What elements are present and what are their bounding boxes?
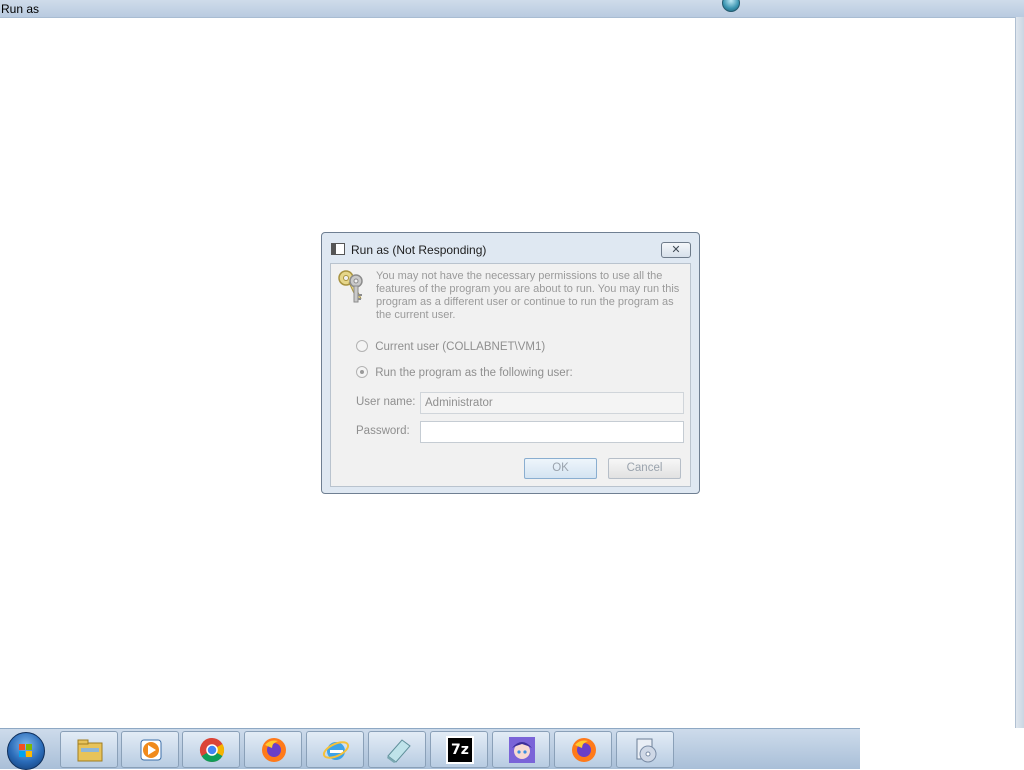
taskbar-blank-area [860, 728, 1024, 768]
username-field[interactable]: Administrator [420, 392, 684, 414]
media-player-icon [140, 739, 162, 761]
orb-icon [722, 0, 740, 12]
notepad-icon [387, 739, 411, 763]
run-as-user-option[interactable]: Run the program as the following user: [356, 366, 573, 379]
permission-message: You may not have the necessary permissio… [376, 270, 680, 321]
password-field[interactable] [420, 421, 684, 443]
taskbar-item-7zip[interactable]: 7z [430, 731, 488, 768]
taskbar-item-chrome[interactable] [182, 731, 240, 768]
taskbar-item-firefox[interactable] [244, 731, 302, 768]
keys-icon [338, 270, 363, 303]
dialog-title: Run as (Not Responding) [351, 243, 487, 257]
close-button[interactable]: ✕ [661, 242, 691, 258]
app-window-icon [331, 243, 345, 255]
start-button[interactable] [7, 732, 45, 770]
password-label: Password: [356, 425, 410, 437]
taskbar-item-internet-explorer[interactable] [306, 731, 364, 768]
anime-avatar-icon [509, 737, 535, 763]
close-icon: ✕ [671, 244, 681, 256]
current-user-radio[interactable] [356, 340, 368, 352]
taskbar: 7z [0, 728, 860, 770]
window-title: Run as [1, 2, 40, 16]
windows-logo-icon [19, 744, 33, 758]
cancel-button[interactable]: Cancel [608, 458, 681, 479]
chrome-icon [199, 738, 225, 763]
internet-explorer-icon [322, 741, 350, 760]
dialog-title-bar[interactable]: Run as (Not Responding) ✕ [322, 233, 699, 259]
taskbar-item-media-player[interactable] [121, 731, 179, 768]
current-user-option[interactable]: Current user (COLLABNET\VM1) [356, 340, 545, 353]
ok-button[interactable]: OK [524, 458, 597, 479]
7zip-icon: 7z [446, 736, 474, 764]
run-as-user-label: Run the program as the following user: [375, 367, 573, 379]
taskbar-item-explorer[interactable] [60, 731, 118, 768]
firefox-icon [572, 738, 596, 762]
dialog-body: You may not have the necessary permissio… [330, 263, 691, 487]
username-label: User name: [356, 396, 416, 408]
taskbar-item-installer[interactable] [616, 731, 674, 768]
current-user-label: Current user (COLLABNET\VM1) [375, 341, 546, 353]
taskbar-item-notepad[interactable] [368, 731, 426, 768]
right-edge [1015, 17, 1024, 729]
firefox-icon [262, 738, 286, 762]
run-as-user-radio[interactable] [356, 366, 368, 378]
title-bar: Run as [0, 0, 1024, 18]
windows-explorer-icon [77, 739, 103, 762]
run-as-dialog: Run as (Not Responding) ✕ You may not ha… [321, 232, 700, 494]
taskbar-item-avatar[interactable] [492, 731, 550, 768]
disc-installer-icon [636, 738, 657, 763]
taskbar-item-firefox-2[interactable] [554, 731, 612, 768]
